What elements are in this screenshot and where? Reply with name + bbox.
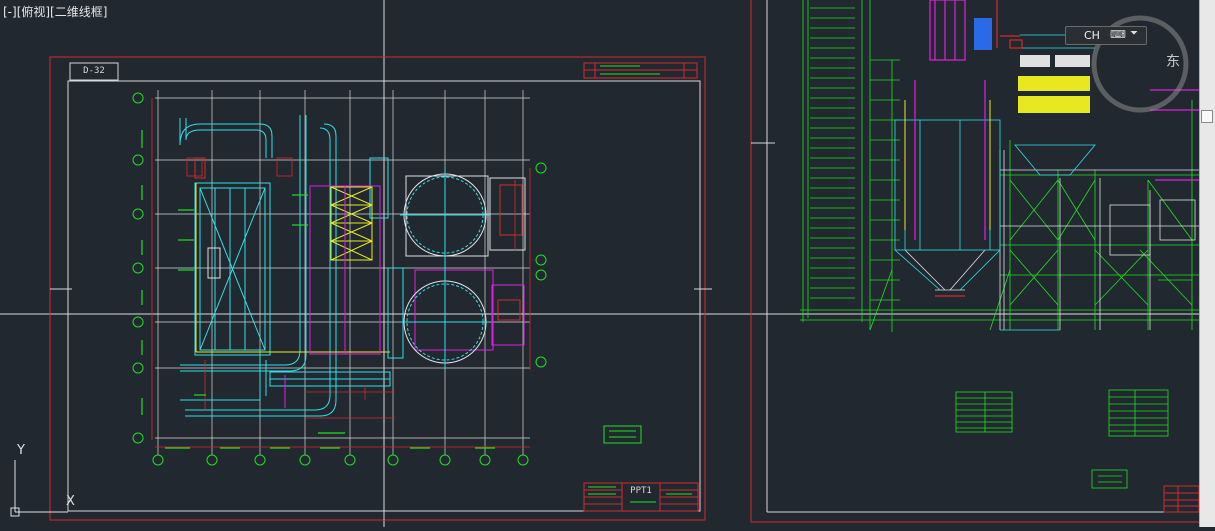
boiler-outline [904, 150, 1199, 330]
blue-block [974, 18, 992, 50]
legend-tables [955, 389, 1169, 489]
ucs-y-label: Y [17, 443, 25, 458]
ime-language-indicator[interactable]: CH ⌨ ⏷ [1065, 26, 1147, 45]
yellow-blocks [904, 55, 1090, 230]
legend-block [603, 425, 642, 444]
structural-truss [195, 183, 390, 353]
tanks [387, 168, 526, 370]
revision-block [583, 62, 698, 79]
chevron-down-icon[interactable]: ⏷ [1130, 25, 1138, 42]
keyboard-icon[interactable]: ⌨ [1110, 26, 1126, 43]
ucs-icon-lines [10, 460, 68, 517]
compass-east-label[interactable]: 东 [1166, 51, 1180, 71]
ime-language-label: CH [1084, 29, 1100, 42]
viewport-controls-label[interactable]: [-][俯视][二维线框] [3, 5, 107, 19]
title-block-label: PPT1 [630, 486, 652, 496]
ucs-x-label: X [66, 494, 75, 509]
drawing-frame-tag: D-32 [83, 66, 105, 76]
vertical-scrollbar[interactable] [1199, 0, 1215, 527]
drawing-canvas[interactable] [0, 0, 1215, 527]
dimension-chain [151, 98, 530, 448]
left-drawing-sheet[interactable] [49, 56, 712, 521]
scrollbar-thumb[interactable] [1201, 110, 1213, 123]
